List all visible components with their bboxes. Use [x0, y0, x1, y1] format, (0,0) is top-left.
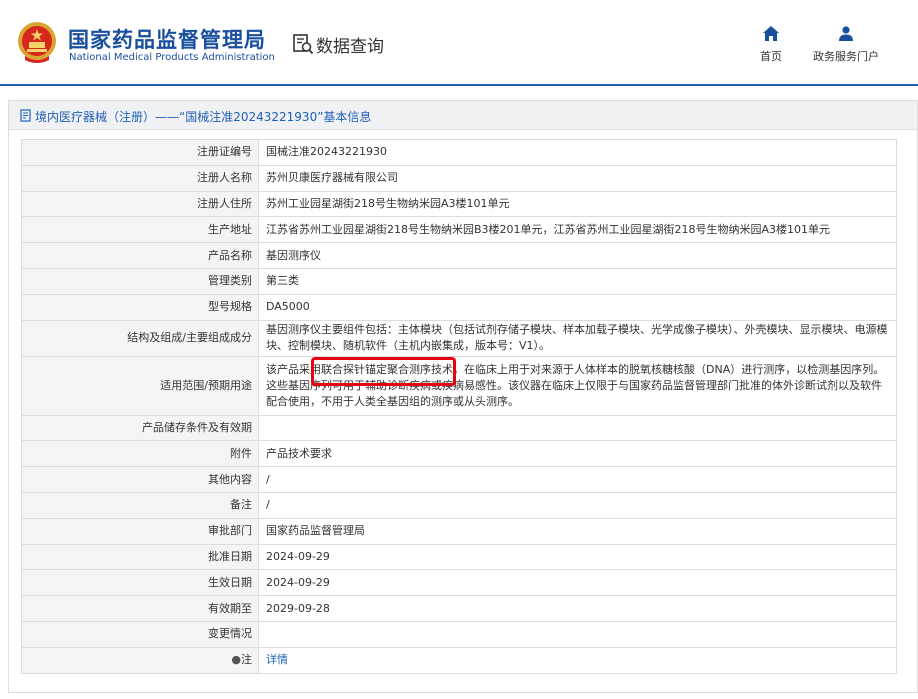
field-value: 基因测序仪 [258, 242, 897, 269]
field-label: 产品名称 [21, 242, 259, 269]
table-row: 备注 / [21, 491, 897, 519]
nav-home[interactable]: 首页 [752, 26, 790, 64]
registration-detail-table: 注册证编号 国械注准20243221930 注册人名称 苏州贝康医疗器械有限公司… [21, 139, 897, 674]
field-value: 江苏省苏州工业园星湖街218号生物纳米园B3楼201单元，江苏省苏州工业园星湖街… [258, 216, 897, 244]
table-row: 注册证编号 国械注准20243221930 [21, 139, 897, 166]
field-label: 适用范围/预期用途 [21, 355, 259, 416]
table-row: 产品储存条件及有效期 [21, 414, 897, 442]
field-label: 型号规格 [21, 293, 259, 321]
field-value: 产品技术要求 [258, 440, 897, 468]
field-label: 审批部门 [21, 517, 259, 545]
table-row: 注册人住所 苏州工业园星湖街218号生物纳米园A3楼101单元 [21, 190, 897, 218]
field-label: 备注 [21, 491, 259, 519]
user-icon [839, 26, 853, 41]
document-icon [20, 109, 31, 122]
agency-name-en: National Medical Products Administration [69, 52, 275, 63]
field-value: DA5000 [258, 293, 897, 321]
field-label: 生产地址 [21, 216, 259, 244]
field-label: 变更情况 [21, 620, 259, 648]
field-value: 国械注准20243221930 [258, 139, 897, 166]
field-label: 产品储存条件及有效期 [21, 414, 259, 442]
data-query-icon [293, 34, 314, 55]
table-row: 变更情况 [21, 620, 897, 648]
table-row: 管理类别 第三类 [21, 267, 897, 295]
table-row: 生产地址 江苏省苏州工业园星湖街218号生物纳米园B3楼201单元，江苏省苏州工… [21, 216, 897, 244]
field-value: / [258, 491, 897, 519]
nav-service-portal-label: 政务服务门户 [813, 50, 879, 63]
field-label: 其他内容 [21, 466, 259, 493]
field-label: 批准日期 [21, 543, 259, 571]
table-row: 其他内容 / [21, 466, 897, 493]
field-label: 管理类别 [21, 267, 259, 295]
field-value: 第三类 [258, 267, 897, 295]
field-value [258, 414, 897, 442]
field-label: 结构及组成/主要组成成分 [21, 319, 259, 357]
field-label: 有效期至 [21, 595, 259, 622]
table-row: 产品名称 基因测序仪 [21, 242, 897, 269]
field-value-note: 详情 [258, 646, 897, 674]
national-emblem-icon [18, 22, 56, 63]
details-link[interactable]: 详情 [266, 653, 288, 666]
table-row: ●注 详情 [21, 646, 897, 674]
detail-panel: 注册证编号 国械注准20243221930 注册人名称 苏州贝康医疗器械有限公司… [8, 130, 918, 693]
field-value: 2024-09-29 [258, 543, 897, 571]
nav-home-label: 首页 [760, 50, 782, 63]
table-row: 生效日期 2024-09-29 [21, 569, 897, 597]
field-value: 基因测序仪主要组件包括：主体模块（包括试剂存储子模块、样本加载子模块、光学成像子… [258, 319, 897, 357]
table-row: 适用范围/预期用途 该产品采用联合探针锚定聚合测序技术，在临床上用于对来源于人体… [21, 355, 897, 416]
field-label: 附件 [21, 440, 259, 468]
table-row: 结构及组成/主要组成成分 基因测序仪主要组件包括：主体模块（包括试剂存储子模块、… [21, 319, 897, 357]
breadcrumb: 境内医疗器械（注册）——“国械注准20243221930”基本信息 [8, 100, 918, 130]
field-label: 注册人住所 [21, 190, 259, 218]
field-value: 苏州贝康医疗器械有限公司 [258, 164, 897, 192]
nav-service-portal[interactable]: 政务服务门户 [806, 26, 886, 64]
marker-icon: ● [231, 653, 241, 667]
field-value [258, 620, 897, 648]
note-label: 注 [241, 653, 252, 667]
field-value: 苏州工业园星湖街218号生物纳米园A3楼101单元 [258, 190, 897, 218]
field-label: 注册人名称 [21, 164, 259, 192]
field-value: / [258, 466, 897, 493]
data-query-title: 数据查询 [316, 37, 384, 57]
table-row: 审批部门 国家药品监督管理局 [21, 517, 897, 545]
field-value: 2024-09-29 [258, 569, 897, 597]
agency-name-cn: 国家药品监督管理局 [68, 28, 266, 52]
field-value: 国家药品监督管理局 [258, 517, 897, 545]
field-value: 2029-09-28 [258, 595, 897, 622]
breadcrumb-title: 境内医疗器械（注册）——“国械注准20243221930”基本信息 [35, 110, 372, 124]
field-label-note: ●注 [21, 646, 259, 674]
table-row: 批准日期 2024-09-29 [21, 543, 897, 571]
site-header: 国家药品监督管理局 National Medical Products Admi… [0, 0, 918, 86]
table-row: 注册人名称 苏州贝康医疗器械有限公司 [21, 164, 897, 192]
table-row: 附件 产品技术要求 [21, 440, 897, 468]
field-value: 该产品采用联合探针锚定聚合测序技术，在临床上用于对来源于人体样本的脱氧核糖核酸（… [258, 355, 897, 416]
table-row: 型号规格 DA5000 [21, 293, 897, 321]
field-label: 注册证编号 [21, 139, 259, 166]
field-label: 生效日期 [21, 569, 259, 597]
home-icon [763, 26, 779, 41]
table-row: 有效期至 2029-09-28 [21, 595, 897, 622]
